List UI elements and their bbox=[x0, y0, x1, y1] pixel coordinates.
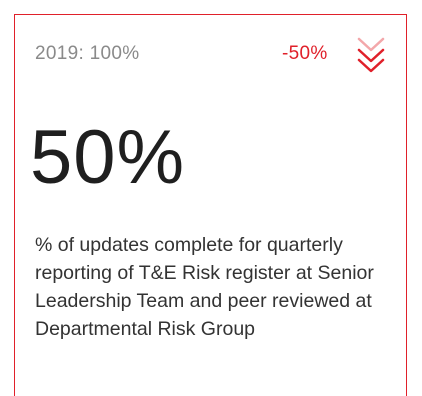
kpi-value: 50% bbox=[30, 115, 186, 200]
delta-label: -50% bbox=[282, 43, 328, 64]
baseline-label: 2019: 100% bbox=[35, 43, 140, 64]
double-chevron-down-icon bbox=[357, 37, 385, 73]
upper-chevron bbox=[357, 37, 385, 52]
middle-chevron bbox=[357, 48, 385, 63]
kpi-description: % of updates complete for quarterly repo… bbox=[35, 234, 374, 340]
